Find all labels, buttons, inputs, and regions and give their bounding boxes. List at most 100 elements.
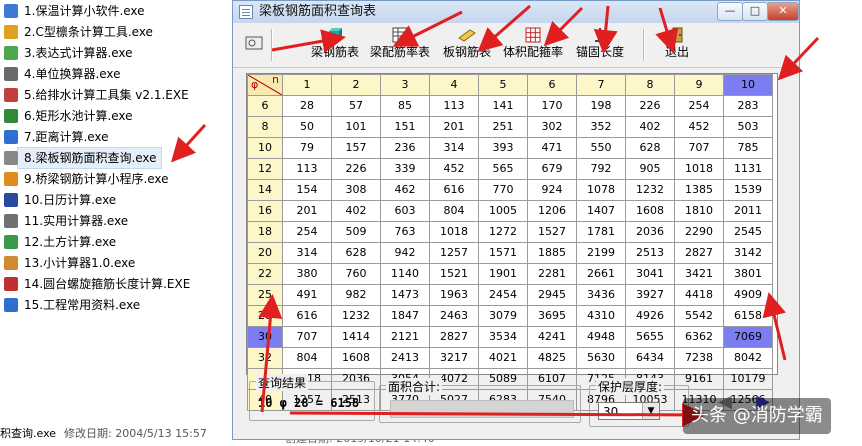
area-cell[interactable]: 1078 bbox=[576, 179, 626, 201]
area-cell[interactable]: 1608 bbox=[625, 200, 675, 222]
area-cell[interactable]: 1608 bbox=[331, 347, 381, 369]
area-cell[interactable]: 1018 bbox=[429, 221, 479, 243]
file-list-item[interactable]: 13.小计算器1.0.exe bbox=[4, 253, 135, 273]
area-cell[interactable]: 1539 bbox=[723, 179, 773, 201]
area-cell[interactable]: 550 bbox=[576, 137, 626, 159]
file-list-item[interactable]: 11.实用计算器.exe bbox=[4, 211, 128, 231]
area-cell[interactable]: 1206 bbox=[527, 200, 577, 222]
file-list-item[interactable]: 7.距离计算.exe bbox=[4, 127, 109, 147]
area-cell[interactable]: 804 bbox=[282, 347, 332, 369]
area-cell[interactable]: 57 bbox=[331, 95, 381, 117]
area-cell[interactable]: 707 bbox=[282, 326, 332, 348]
area-cell[interactable]: 113 bbox=[282, 158, 332, 180]
column-header[interactable]: 1 bbox=[282, 74, 332, 96]
row-header-diameter[interactable]: 30 bbox=[247, 326, 283, 348]
column-header[interactable]: 8 bbox=[625, 74, 675, 96]
area-cell[interactable]: 2827 bbox=[674, 242, 724, 264]
file-list-item[interactable]: 4.单位换算器.exe bbox=[4, 64, 121, 84]
area-cell[interactable]: 2036 bbox=[625, 221, 675, 243]
area-cell[interactable]: 402 bbox=[331, 200, 381, 222]
area-cell[interactable]: 141 bbox=[478, 95, 528, 117]
area-cell[interactable]: 201 bbox=[282, 200, 332, 222]
row-header-diameter[interactable]: 10 bbox=[247, 137, 283, 159]
row-header-diameter[interactable]: 16 bbox=[247, 200, 283, 222]
area-cell[interactable]: 236 bbox=[380, 137, 430, 159]
area-cell[interactable]: 1521 bbox=[429, 263, 479, 285]
row-header-diameter[interactable]: 18 bbox=[247, 221, 283, 243]
tool-anchorage-length[interactable]: 锚固长度 bbox=[571, 25, 629, 65]
tool-beam-ratio-table[interactable]: 梁配筋率表 bbox=[367, 25, 433, 65]
area-cell[interactable]: 3927 bbox=[625, 284, 675, 306]
area-cell[interactable]: 1963 bbox=[429, 284, 479, 306]
area-cell[interactable]: 982 bbox=[331, 284, 381, 306]
area-cell[interactable]: 452 bbox=[429, 158, 479, 180]
row-header-diameter[interactable]: 12 bbox=[247, 158, 283, 180]
tool-beam-rebar-table[interactable]: 梁钢筋表 bbox=[305, 25, 365, 65]
area-cell[interactable]: 402 bbox=[625, 116, 675, 138]
file-list-item[interactable]: 8.梁板钢筋面积查询.exe bbox=[4, 147, 162, 169]
area-cell[interactable]: 1473 bbox=[380, 284, 430, 306]
area-cell[interactable]: 101 bbox=[331, 116, 381, 138]
area-cell[interactable]: 3421 bbox=[674, 263, 724, 285]
area-cell[interactable]: 226 bbox=[625, 95, 675, 117]
row-header-diameter[interactable]: 28 bbox=[247, 305, 283, 327]
area-cell[interactable]: 1847 bbox=[380, 305, 430, 327]
area-cell[interactable]: 302 bbox=[527, 116, 577, 138]
area-cell[interactable]: 157 bbox=[331, 137, 381, 159]
area-cell[interactable]: 2011 bbox=[723, 200, 773, 222]
column-header[interactable]: 3 bbox=[380, 74, 430, 96]
tool-slab-rebar-table[interactable]: 板钢筋表 bbox=[439, 25, 495, 65]
area-cell[interactable]: 628 bbox=[331, 242, 381, 264]
area-cell[interactable]: 393 bbox=[478, 137, 528, 159]
chevron-down-icon[interactable]: ▼ bbox=[642, 403, 659, 419]
row-header-diameter[interactable]: 8 bbox=[247, 116, 283, 138]
row-header-diameter[interactable]: 14 bbox=[247, 179, 283, 201]
file-list-item[interactable]: 5.给排水计算工具集 v2.1.EXE bbox=[4, 85, 189, 105]
area-cell[interactable]: 5655 bbox=[625, 326, 675, 348]
area-cell[interactable]: 503 bbox=[723, 116, 773, 138]
area-cell[interactable]: 4418 bbox=[674, 284, 724, 306]
area-cell[interactable]: 7238 bbox=[674, 347, 724, 369]
row-header-diameter[interactable]: 22 bbox=[247, 263, 283, 285]
area-cell[interactable]: 79 bbox=[282, 137, 332, 159]
file-list-item[interactable]: 9.桥梁钢筋计算小程序.exe bbox=[4, 169, 169, 189]
column-header[interactable]: 5 bbox=[478, 74, 528, 96]
area-cell[interactable]: 2290 bbox=[674, 221, 724, 243]
area-cell[interactable]: 1131 bbox=[723, 158, 773, 180]
area-cell[interactable]: 491 bbox=[282, 284, 332, 306]
area-cell[interactable]: 198 bbox=[576, 95, 626, 117]
area-cell[interactable]: 1810 bbox=[674, 200, 724, 222]
area-cell[interactable]: 2545 bbox=[723, 221, 773, 243]
area-cell[interactable]: 616 bbox=[429, 179, 479, 201]
area-cell[interactable]: 4909 bbox=[723, 284, 773, 306]
area-cell[interactable]: 1272 bbox=[478, 221, 528, 243]
area-cell[interactable]: 804 bbox=[429, 200, 479, 222]
area-cell[interactable]: 616 bbox=[282, 305, 332, 327]
area-cell[interactable]: 85 bbox=[380, 95, 430, 117]
area-cell[interactable]: 283 bbox=[723, 95, 773, 117]
area-cell[interactable]: 2463 bbox=[429, 305, 479, 327]
area-cell[interactable]: 6362 bbox=[674, 326, 724, 348]
area-cell[interactable]: 1232 bbox=[625, 179, 675, 201]
area-cell[interactable]: 50 bbox=[282, 116, 332, 138]
area-cell[interactable]: 471 bbox=[527, 137, 577, 159]
area-cell[interactable]: 6434 bbox=[625, 347, 675, 369]
file-list-item[interactable]: 2.C型檩条计算工具.exe bbox=[4, 22, 153, 42]
area-cell[interactable]: 1571 bbox=[478, 242, 528, 264]
tool-exit[interactable]: 退出 bbox=[657, 25, 697, 65]
area-cell[interactable]: 1527 bbox=[527, 221, 577, 243]
area-cell[interactable]: 2281 bbox=[527, 263, 577, 285]
area-cell[interactable]: 2413 bbox=[380, 347, 430, 369]
area-cell[interactable]: 1407 bbox=[576, 200, 626, 222]
area-cell[interactable]: 1140 bbox=[380, 263, 430, 285]
area-cell[interactable]: 4825 bbox=[527, 347, 577, 369]
area-cell[interactable]: 3436 bbox=[576, 284, 626, 306]
column-header[interactable]: 2 bbox=[331, 74, 381, 96]
area-cell[interactable]: 1885 bbox=[527, 242, 577, 264]
tool-volume-stirrup-ratio[interactable]: 体积配箍率 bbox=[501, 25, 565, 65]
area-cell[interactable]: 380 bbox=[282, 263, 332, 285]
file-list-item[interactable]: 3.表达式计算器.exe bbox=[4, 43, 133, 63]
area-cell[interactable]: 3217 bbox=[429, 347, 479, 369]
file-list-item[interactable]: 14.圆台螺旋箍筋长度计算.EXE bbox=[4, 274, 190, 294]
file-list-item[interactable]: 10.日历计算.exe bbox=[4, 190, 116, 210]
